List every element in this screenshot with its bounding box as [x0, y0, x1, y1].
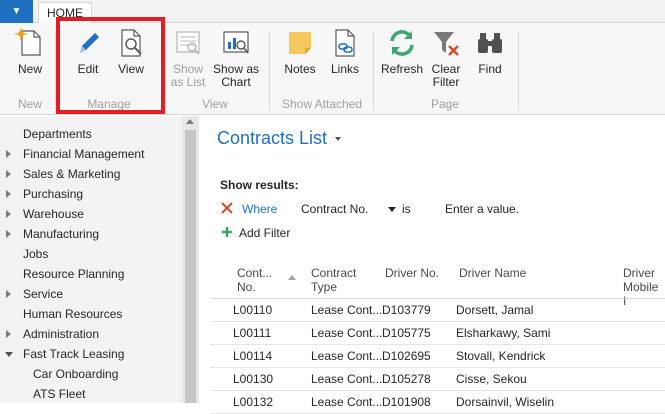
cell-driver-name: Stovall, Kendrick [456, 349, 546, 363]
table-row[interactable]: L00110 Lease Cont... D103779 Dorsett, Jamal [210, 299, 665, 322]
notes-button[interactable]: Notes [281, 27, 319, 97]
nav-item-label: Manufacturing [23, 227, 100, 241]
note-icon [289, 32, 311, 54]
app-menu-button[interactable]: ▼ [0, 0, 33, 23]
refresh-icon [390, 30, 414, 56]
chevron-right-icon[interactable] [6, 190, 11, 198]
cell-contract-type: Lease Cont... [311, 326, 383, 340]
nav-item-label: Service [23, 287, 64, 301]
remove-filter-icon[interactable] [220, 201, 234, 215]
cell-driver-name: Dorsainvil, Wiselin [456, 395, 555, 409]
page-title[interactable]: Contracts List [217, 128, 342, 149]
list-view-icon [176, 31, 200, 55]
clear-filter-button[interactable]: Clear Filter [427, 27, 465, 97]
nav-item-label: Car Onboarding [33, 367, 119, 381]
plus-icon[interactable] [220, 225, 234, 239]
show-results-label: Show results: [220, 178, 299, 192]
navigation-scrollbar[interactable] [182, 116, 199, 403]
contracts-table: Cont... No. Contract Type Driver No. Dri… [210, 260, 665, 414]
group-label-page: Page [430, 97, 460, 111]
where-label: Where [242, 202, 278, 216]
nav-item-label: Warehouse [23, 207, 84, 221]
scrollbar-thumb[interactable] [185, 130, 196, 403]
nav-item-label: Purchasing [23, 187, 84, 201]
nav-item-label: Fast Track Leasing [23, 347, 125, 361]
chevron-right-icon[interactable] [6, 150, 11, 158]
new-button[interactable]: New [12, 27, 48, 97]
cell-contract-no: L00110 [233, 303, 273, 317]
cell-contract-type: Lease Cont... [311, 395, 383, 409]
nav-item-label: ATS Fleet [33, 387, 86, 401]
navigation-pane: Departments Financial Management Sales & M… [0, 116, 198, 403]
cell-driver-no: D102695 [382, 349, 431, 363]
manage-group-highlight [56, 17, 165, 114]
nav-item-label: Financial Management [23, 147, 145, 161]
cell-driver-no: D105775 [382, 326, 431, 340]
chevron-right-icon[interactable] [6, 230, 11, 238]
group-label-show-attached: Show Attached [281, 97, 363, 111]
chevron-right-icon[interactable] [6, 330, 11, 338]
cell-contract-type: Lease Cont... [311, 303, 383, 317]
link-document-icon [335, 29, 355, 57]
table-row[interactable]: L00111 Lease Cont... D105775 Elsharkawy, Sa… [210, 322, 665, 345]
filter-row: Where Contract No. is Enter a value. [220, 200, 665, 218]
cell-driver-name: Cisse, Sekou [456, 372, 527, 386]
cell-driver-no: D101908 [382, 395, 431, 409]
column-header-driver-name[interactable]: Driver Name [459, 266, 526, 280]
cell-driver-name: Dorsett, Jamal [456, 303, 534, 317]
show-as-chart-button[interactable]: Show as Chart [212, 27, 260, 97]
nav-item-label: Jobs [23, 247, 49, 261]
group-separator [373, 31, 374, 111]
links-button[interactable]: Links [326, 27, 364, 97]
cell-contract-no: L00130 [233, 372, 274, 386]
cell-driver-name: Elsharkawy, Sami [456, 326, 551, 340]
chevron-right-icon[interactable] [6, 170, 11, 178]
group-separator [269, 31, 270, 111]
filter-value-input[interactable]: Enter a value. [445, 202, 519, 216]
cell-contract-type: Lease Cont... [311, 372, 383, 386]
cell-driver-no: D103779 [382, 303, 431, 317]
chevron-down-icon[interactable] [335, 137, 342, 142]
refresh-button[interactable]: Refresh [381, 27, 423, 97]
column-header-contract-type[interactable]: Contract Type [311, 266, 356, 294]
filter-operator: is [402, 202, 411, 216]
show-as-list-button[interactable]: Show as List [168, 27, 208, 97]
cell-driver-no: D105278 [382, 372, 431, 386]
chevron-right-icon[interactable] [6, 290, 11, 298]
table-row[interactable]: L00130 Lease Cont... D105278 Cisse, Sekou [210, 368, 665, 391]
nav-item-label: Human Resources [23, 307, 123, 321]
scroll-up-icon[interactable] [186, 119, 194, 124]
cell-contract-no: L00132 [233, 395, 274, 409]
group-separator [518, 31, 519, 111]
find-button[interactable]: Find [472, 27, 508, 97]
group-label-new: New [17, 97, 42, 111]
cell-contract-no: L00111 [233, 326, 272, 340]
chevron-down-icon: ▼ [11, 6, 22, 17]
nav-item-label: Departments [23, 127, 92, 141]
add-filter-button[interactable]: Add Filter [239, 226, 290, 240]
binoculars-icon [478, 33, 502, 53]
cell-contract-type: Lease Cont... [311, 349, 383, 363]
cell-contract-no: L00114 [233, 349, 273, 363]
chart-view-icon [223, 31, 249, 54]
chevron-right-icon[interactable] [6, 210, 11, 218]
nav-item-label: Sales & Marketing [23, 167, 121, 181]
nav-item-label: Resource Planning [23, 267, 125, 281]
clear-filter-icon [434, 32, 459, 56]
nav-item-label: Administration [23, 327, 100, 341]
table-row[interactable]: L00114 Lease Cont... D102695 Stovall, Kendr… [210, 345, 665, 368]
column-header-driver-no[interactable]: Driver No. [385, 266, 439, 280]
sort-ascending-icon[interactable] [288, 275, 296, 280]
filter-field-select[interactable]: Contract No. [301, 202, 368, 216]
group-label-view: View [202, 97, 228, 111]
chevron-down-icon[interactable] [5, 352, 13, 357]
chevron-down-icon[interactable] [388, 207, 396, 212]
column-header-contract-no[interactable]: Cont... No. [237, 266, 272, 294]
new-document-icon [15, 28, 41, 56]
